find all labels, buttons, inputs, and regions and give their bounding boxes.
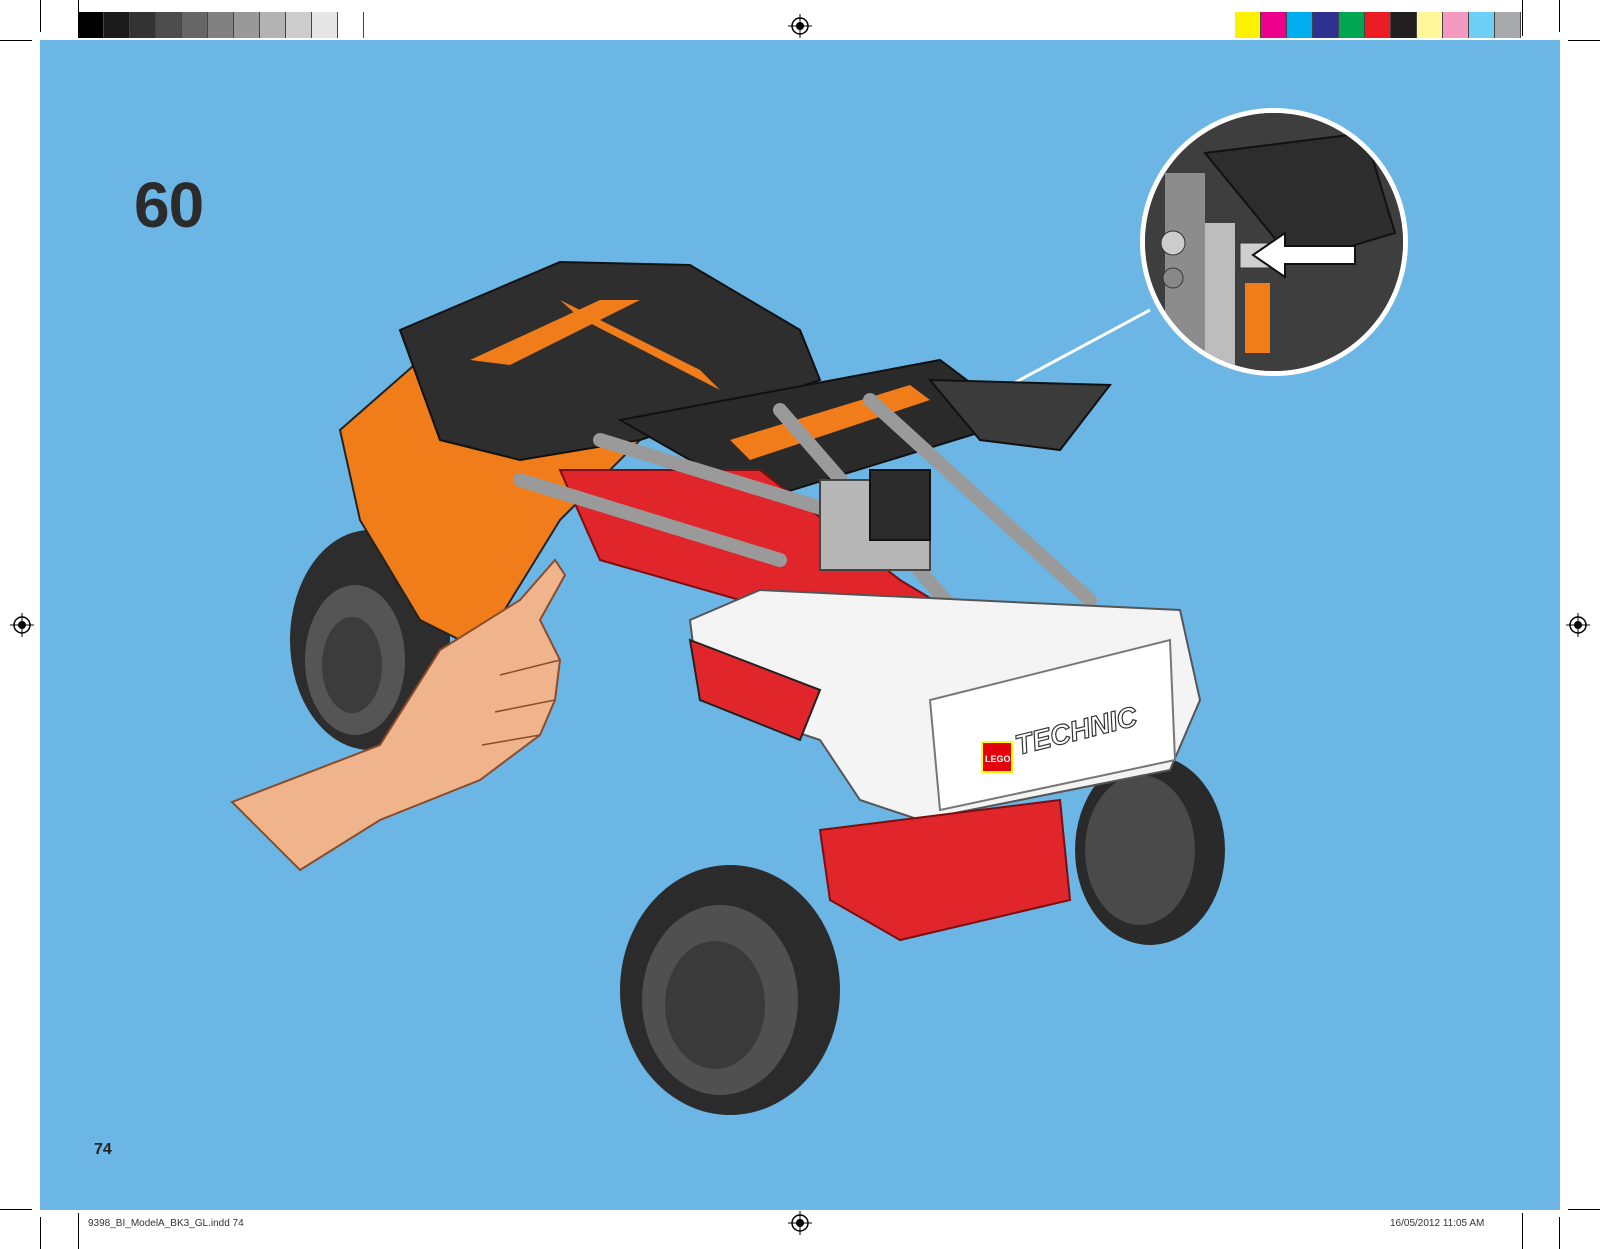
wheel-icon — [620, 865, 840, 1115]
callout-detail — [1145, 113, 1403, 371]
lego-logo-text: LEGO — [985, 754, 1011, 764]
zoom-callout — [1140, 108, 1408, 376]
slug-datetime: 16/05/2012 11:05 AM — [1390, 1218, 1485, 1229]
red-suspension — [818, 798, 1072, 942]
page-number: 74 — [94, 1141, 112, 1158]
slug-filename: 9398_BI_ModelA_BK3_GL.indd 74 — [88, 1218, 244, 1229]
